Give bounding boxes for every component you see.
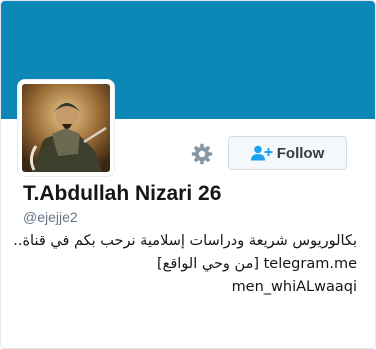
follow-label: Follow bbox=[276, 144, 325, 162]
avatar-image bbox=[22, 84, 110, 172]
follow-button[interactable]: Follow bbox=[228, 136, 347, 170]
profile-bio: بكالوريوس شريعة ودراسات إسلامية نرحب بكم… bbox=[13, 230, 357, 299]
user-handle[interactable]: @ejejje2 bbox=[23, 209, 78, 225]
bio-line: telegram.me [من وحي الواقع] bbox=[156, 256, 357, 272]
profile-card: Follow T.Abdullah Nizari 26 @ejejje2 بكا… bbox=[0, 0, 376, 349]
bio-line: بكالوريوس شريعة ودراسات إسلامية نرحب بكم… bbox=[13, 233, 357, 249]
display-name[interactable]: T.Abdullah Nizari 26 bbox=[23, 182, 221, 206]
bio-line: men_whiALwaaqi bbox=[231, 279, 357, 295]
add-user-icon bbox=[250, 145, 273, 161]
gear-icon[interactable] bbox=[190, 142, 214, 166]
avatar[interactable] bbox=[18, 80, 114, 176]
